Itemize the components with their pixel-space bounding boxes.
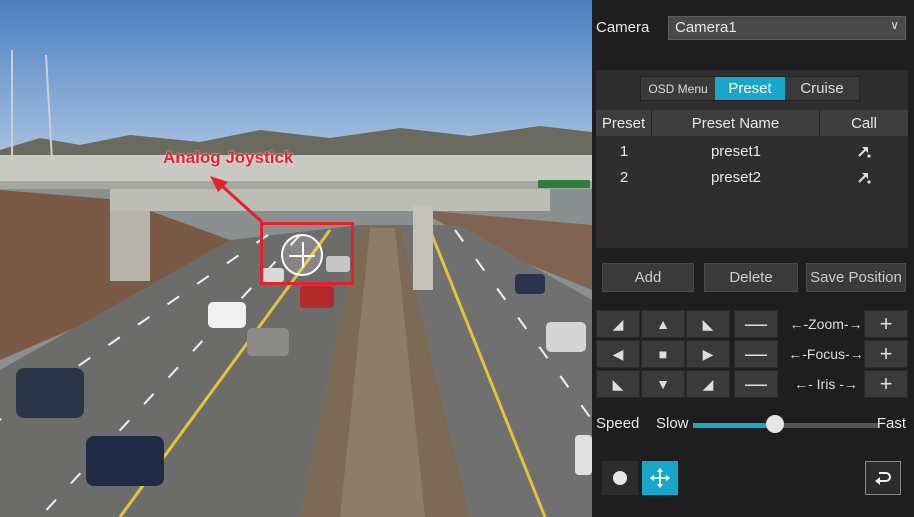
pan-up-right-button[interactable]: ◣: [686, 310, 730, 338]
focus-label: ←-Focus-→: [788, 346, 864, 362]
camera-video-feed[interactable]: Analog Joystick: [0, 0, 592, 517]
record-icon: [613, 471, 627, 485]
chevron-down-icon: ∨: [890, 18, 899, 32]
speed-slider-handle[interactable]: [765, 415, 784, 433]
preset-table-header: Preset Preset Name Call: [596, 110, 908, 136]
back-button[interactable]: [865, 461, 901, 495]
speed-slider[interactable]: [693, 423, 879, 428]
stop-button[interactable]: ■: [641, 340, 685, 368]
pan-down-button[interactable]: ▼: [641, 370, 685, 398]
ptz-control-panel: Camera Camera1 ∨ OSD Menu Preset Cruise …: [592, 0, 914, 517]
focus-near-button[interactable]: —: [734, 340, 778, 368]
pan-left-button[interactable]: ◀: [596, 340, 640, 368]
table-row[interactable]: 2 preset2: [596, 164, 908, 190]
call-preset-icon[interactable]: [820, 138, 908, 164]
speed-slow-label: Slow: [656, 415, 689, 432]
header-preset-name: Preset Name: [652, 110, 820, 136]
analog-joystick-icon[interactable]: [281, 234, 323, 276]
preset-subpanel: OSD Menu Preset Cruise Preset Preset Nam…: [596, 70, 908, 248]
arrow-left-icon: ◀: [612, 345, 624, 362]
arrow-up-icon: ▲: [656, 316, 670, 332]
delete-preset-button[interactable]: Delete: [704, 263, 798, 292]
table-row[interactable]: 1 preset1: [596, 138, 908, 164]
stop-square-icon: ■: [658, 346, 668, 362]
iris-label: ←- Iris -→: [794, 376, 858, 392]
move-icon: [650, 468, 670, 488]
arrow-up-right-icon: ◣: [702, 315, 714, 332]
tab-preset[interactable]: Preset: [715, 77, 785, 100]
mode-tabs: OSD Menu Preset Cruise: [640, 76, 860, 101]
speed-fast-label: Fast: [876, 415, 906, 432]
back-icon: [875, 472, 891, 485]
arrow-down-left-icon: ◣: [612, 375, 624, 392]
pan-up-left-button[interactable]: ◢: [596, 310, 640, 338]
header-preset: Preset: [596, 110, 652, 136]
preset-name: preset2: [710, 168, 762, 186]
camera-label: Camera: [596, 19, 650, 36]
pan-down-left-button[interactable]: ◣: [596, 370, 640, 398]
pan-up-button[interactable]: ▲: [641, 310, 685, 338]
focus-far-button[interactable]: +: [864, 340, 908, 368]
save-position-button[interactable]: Save Position: [806, 263, 906, 292]
camera-select[interactable]: Camera1 ∨: [668, 16, 906, 40]
arrow-right-icon: ▶: [702, 345, 714, 362]
zoom-in-button[interactable]: +: [864, 310, 908, 338]
iris-open-button[interactable]: +: [864, 370, 908, 398]
speed-control: Speed Slow Fast: [596, 412, 908, 436]
tab-osd-menu[interactable]: OSD Menu: [641, 77, 715, 100]
record-button[interactable]: [602, 461, 638, 495]
arrow-up-left-icon: ◢: [612, 315, 624, 332]
preset-number: 1: [619, 142, 629, 160]
preset-number: 2: [619, 168, 629, 186]
pan-down-right-button[interactable]: ◢: [686, 370, 730, 398]
zoom-out-button[interactable]: —: [734, 310, 778, 338]
iris-close-button[interactable]: —: [734, 370, 778, 398]
zoom-label: ←-Zoom-→: [789, 316, 863, 332]
pan-right-button[interactable]: ▶: [686, 340, 730, 368]
speed-label: Speed: [596, 415, 640, 432]
preset-name: preset1: [710, 142, 762, 160]
joystick-mode-button[interactable]: [642, 461, 678, 495]
tab-cruise[interactable]: Cruise: [785, 77, 859, 100]
speed-slider-fill: [693, 423, 775, 428]
arrow-down-icon: ▼: [656, 376, 670, 392]
call-preset-icon[interactable]: [820, 164, 908, 190]
camera-select-value: Camera1: [675, 19, 737, 36]
add-preset-button[interactable]: Add: [602, 263, 694, 292]
arrow-down-right-icon: ◢: [702, 375, 714, 392]
header-call: Call: [851, 114, 877, 132]
analog-joystick-annotation: Analog Joystick: [163, 148, 294, 167]
